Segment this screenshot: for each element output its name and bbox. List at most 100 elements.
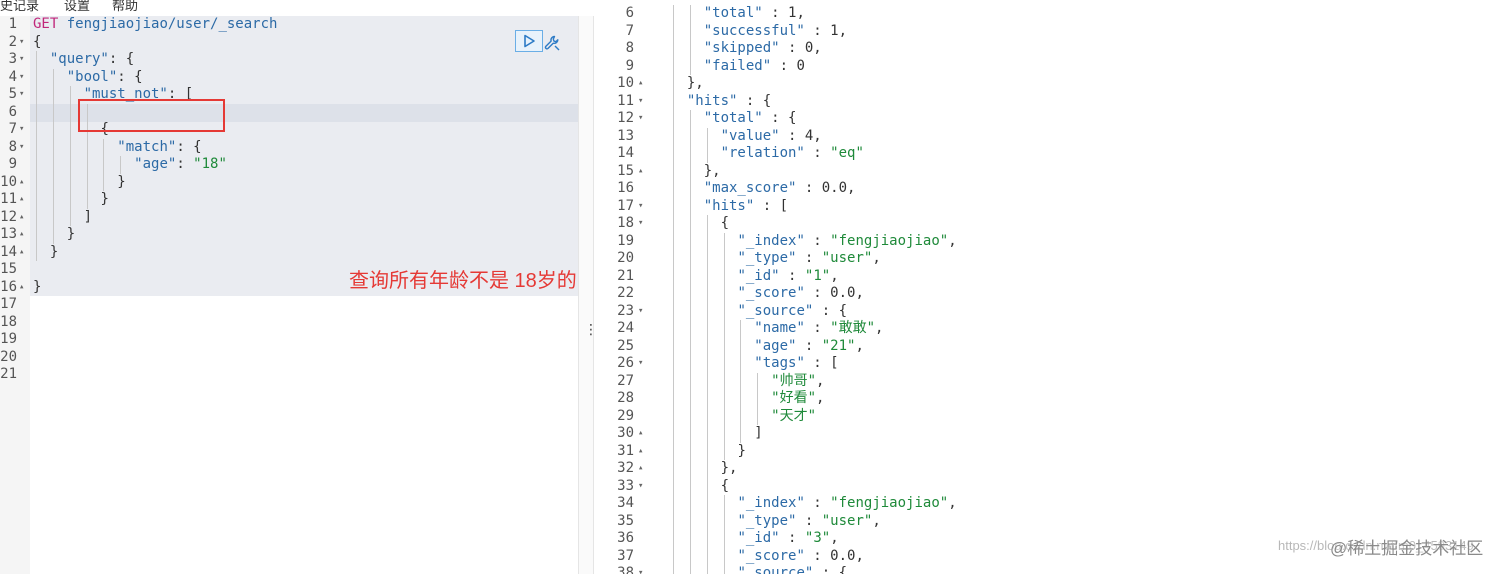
json-string: "帅哥": [771, 372, 817, 389]
json-key: "_score": [737, 285, 805, 301]
code-text[interactable]: }: [100, 191, 108, 209]
fold-collapse-icon[interactable]: ▾: [638, 355, 643, 373]
code-text[interactable]: "hits" : {: [687, 93, 771, 111]
fold-collapse-icon[interactable]: ▾: [19, 69, 24, 87]
code-text[interactable]: "total" : {: [704, 110, 797, 128]
code-text[interactable]: "_type" : "user",: [737, 250, 880, 268]
code-text[interactable]: "match": {: [117, 139, 201, 157]
code-text[interactable]: "_index" : "fengjiaojiao",: [737, 233, 956, 251]
line-number: 33: [617, 477, 634, 494]
response-line: 18 ▾ {: [594, 215, 1512, 233]
fold-collapse-icon[interactable]: ▾: [19, 121, 24, 139]
fold-collapse-icon[interactable]: ▾: [19, 51, 24, 69]
request-options-button[interactable]: [541, 32, 563, 54]
fold-expand-icon[interactable]: ▴: [638, 163, 643, 181]
json-punctuation: :: [804, 495, 831, 511]
fold-expand-icon[interactable]: ▴: [19, 209, 24, 227]
json-punctuation: :: [804, 232, 831, 249]
fold-collapse-icon[interactable]: ▾: [19, 34, 24, 52]
json-key: "_source": [737, 302, 814, 319]
fold-collapse-icon[interactable]: ▾: [19, 86, 24, 104]
code-text[interactable]: "_source" : {: [737, 565, 847, 574]
json-key: "successful": [703, 22, 805, 39]
fold-expand-icon[interactable]: ▴: [638, 425, 643, 443]
code-text[interactable]: GET fengjiaojiao/user/_search: [33, 16, 277, 34]
code-text[interactable]: },: [704, 163, 721, 181]
fold-expand-icon[interactable]: ▴: [638, 75, 643, 93]
code-text[interactable]: "天才": [771, 408, 816, 426]
fold-collapse-icon[interactable]: ▾: [638, 303, 643, 321]
json-punctuation: }: [117, 173, 126, 190]
code-text[interactable]: "total" : 1,: [704, 5, 805, 23]
code-text[interactable]: "好看",: [771, 390, 824, 408]
code-text[interactable]: "max_score" : 0.0,: [704, 180, 856, 198]
code-text[interactable]: "tags" : [: [754, 355, 838, 373]
code-text[interactable]: "query": {: [50, 51, 134, 69]
json-punctuation: },: [703, 162, 721, 179]
code-text[interactable]: }: [117, 174, 125, 192]
code-text[interactable]: }: [50, 244, 58, 262]
fold-expand-icon[interactable]: ▴: [19, 191, 24, 209]
code-text[interactable]: "name" : "敢敢",: [754, 320, 883, 338]
fold-expand-icon[interactable]: ▴: [638, 460, 643, 478]
code-text[interactable]: "_id" : "3",: [737, 530, 838, 548]
code-text[interactable]: "age": "18": [134, 156, 227, 174]
code-text[interactable]: {: [33, 34, 41, 52]
code-text[interactable]: {: [721, 478, 729, 496]
request-line: 11 ▴}: [0, 191, 578, 209]
json-punctuation: :: [779, 530, 805, 546]
code-text[interactable]: "successful" : 1,: [704, 23, 847, 41]
code-text[interactable]: "帅哥",: [771, 373, 824, 391]
fold-expand-icon[interactable]: ▴: [19, 174, 24, 192]
json-punctuation: : {: [813, 302, 848, 319]
code-text[interactable]: "_score" : 0.0,: [737, 285, 863, 303]
json-punctuation: : {: [762, 110, 797, 126]
code-text[interactable]: "_source" : {: [737, 303, 847, 321]
code-text[interactable]: "relation" : "eq": [721, 145, 864, 163]
line-number: 38: [617, 565, 634, 574]
menu-help[interactable]: 帮助: [112, 0, 138, 14]
code-text[interactable]: "hits" : [: [704, 198, 788, 216]
response-viewer[interactable]: 6 "total" : 1, 7 "successful" : 1, 8 "skipped…: [594, 0, 1512, 574]
code-text[interactable]: }: [737, 443, 745, 461]
code-text[interactable]: {: [721, 215, 729, 233]
code-text[interactable]: "_type" : "user",: [737, 513, 880, 531]
request-line: 8 ▾ "match": {: [0, 139, 578, 157]
fold-collapse-icon[interactable]: ▾: [638, 93, 643, 111]
code-text[interactable]: "_index" : "fengjiaojiao",: [737, 495, 956, 513]
code-text[interactable]: }: [33, 279, 41, 297]
code-text[interactable]: "_score" : 0.0,: [737, 548, 863, 566]
code-text[interactable]: "value" : 4,: [721, 128, 822, 146]
menu-settings[interactable]: 设置: [64, 0, 90, 14]
fold-expand-icon[interactable]: ▴: [638, 443, 643, 461]
code-text[interactable]: ]: [84, 209, 92, 227]
json-string: "21": [821, 337, 856, 354]
code-text[interactable]: "failed" : 0: [704, 58, 805, 76]
code-text[interactable]: "_id" : "1",: [737, 268, 838, 286]
fold-expand-icon[interactable]: ▴: [19, 279, 24, 297]
fold-expand-icon[interactable]: ▴: [19, 226, 24, 244]
menu-history[interactable]: 史记录: [0, 0, 39, 14]
pane-resizer[interactable]: [578, 16, 594, 574]
json-punctuation: : 0.0,: [804, 285, 864, 301]
code-text[interactable]: },: [721, 460, 738, 478]
code-text[interactable]: ]: [754, 425, 762, 443]
code-text[interactable]: },: [687, 75, 704, 93]
fold-collapse-icon[interactable]: ▾: [638, 110, 643, 128]
line-number: 32: [617, 460, 634, 476]
line-number: 5: [8, 86, 17, 102]
fold-collapse-icon[interactable]: ▾: [19, 139, 24, 157]
request-editor[interactable]: 1 GET fengjiaojiao/user/_search 2 ▾{3 ▾ "quer…: [0, 16, 578, 574]
code-text[interactable]: "age" : "21",: [754, 338, 864, 356]
code-text[interactable]: "skipped" : 0,: [704, 40, 822, 58]
code-text[interactable]: }: [67, 226, 75, 244]
code-text[interactable]: "bool": {: [67, 69, 143, 87]
fold-expand-icon[interactable]: ▴: [19, 244, 24, 262]
fold-collapse-icon[interactable]: ▾: [638, 198, 643, 216]
fold-collapse-icon[interactable]: ▾: [638, 478, 643, 496]
json-key: "hits": [703, 197, 755, 214]
run-request-button[interactable]: [515, 30, 543, 52]
fold-collapse-icon[interactable]: ▾: [638, 565, 643, 574]
json-key: "_type": [737, 250, 797, 266]
fold-collapse-icon[interactable]: ▾: [638, 215, 643, 233]
